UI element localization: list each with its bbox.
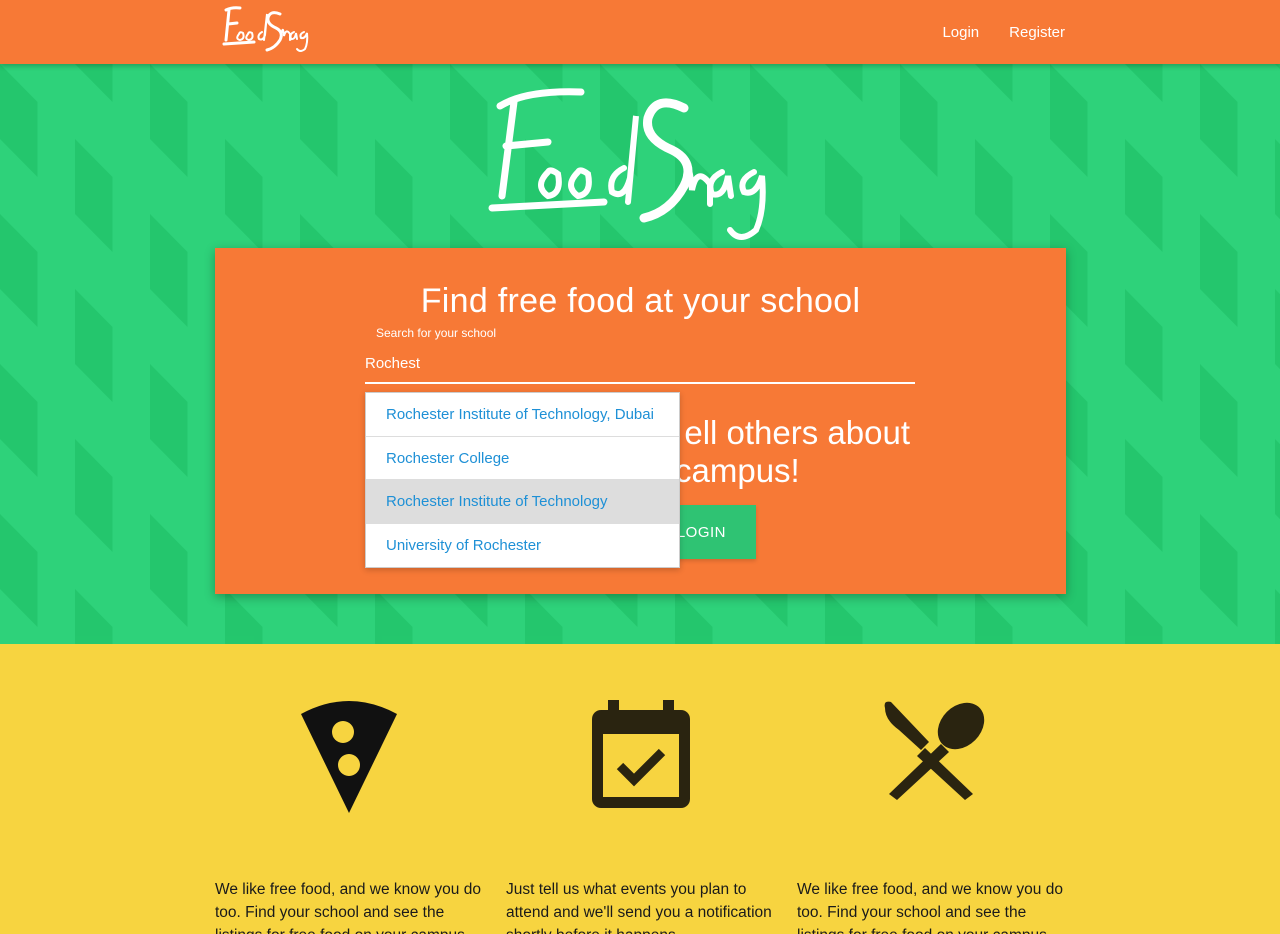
dropdown-item[interactable]: Rochester Institute of Technology, Dubai: [366, 393, 679, 437]
pattern-shape: [1125, 289, 1163, 402]
pattern-shape: [1200, 64, 1238, 177]
nav-register-link[interactable]: Register: [1009, 24, 1065, 41]
pattern-shape: [1125, 589, 1163, 644]
pattern-shape: [225, 64, 263, 102]
pattern-shape: [150, 64, 188, 177]
pattern-shape: [0, 514, 38, 627]
dropdown-item-active[interactable]: Rochester Institute of Technology: [366, 480, 679, 524]
feature-text: We like free food, and we know you do to…: [797, 881, 1063, 934]
school-search-input[interactable]: [365, 344, 915, 384]
pattern-shape: [150, 514, 188, 627]
pattern-shape: [1125, 139, 1163, 252]
pattern-shape: [1200, 214, 1238, 327]
pattern-shape: [1200, 514, 1238, 627]
foodsnag-logo-large: [488, 88, 766, 240]
navbar: Login Register: [0, 0, 1280, 64]
pattern-shape: [0, 214, 38, 327]
pattern-shape: [675, 589, 713, 644]
pattern-shape: [1275, 289, 1280, 370]
features-section: We like free food, and we know you do to…: [0, 644, 1280, 934]
pattern-shape: [1050, 64, 1088, 177]
pattern-shape: [375, 64, 413, 102]
pattern-shape: [975, 139, 1013, 252]
pattern-shape: [1275, 64, 1280, 70]
pattern-shape: [450, 64, 488, 177]
hero-section: Find free food at your school Search for…: [0, 64, 1280, 644]
pattern-shape: [300, 64, 338, 177]
pattern-shape: [150, 364, 188, 477]
pattern-shape: [150, 214, 188, 327]
pattern-shape: [75, 289, 113, 402]
calendar-check-icon: [592, 700, 690, 808]
pattern-shape: [0, 64, 38, 177]
pattern-shape: [1275, 439, 1280, 520]
pattern-shape: [225, 589, 263, 644]
pattern-shape: [825, 64, 863, 102]
pattern-shape: [1275, 139, 1280, 220]
pattern-shape: [975, 589, 1013, 644]
feature-text: Just tell us what events you plan to att…: [506, 881, 772, 934]
search-label: Search for your school: [376, 326, 497, 340]
school-autocomplete-dropdown: Rochester Institute of Technology, Dubai…: [365, 392, 680, 568]
pattern-shape: [1125, 64, 1163, 102]
pattern-shape: [0, 364, 38, 477]
nav-login-link[interactable]: Login: [942, 24, 979, 41]
dropdown-item[interactable]: University of Rochester: [366, 524, 679, 568]
pattern-shape: [1275, 589, 1280, 644]
pattern-shape: [225, 139, 263, 252]
pizza-slice-icon: [301, 701, 397, 813]
search-card: Find free food at your school Search for…: [215, 248, 1066, 594]
pattern-shape: [375, 589, 413, 644]
pattern-shape: [75, 589, 113, 644]
pattern-shape: [75, 139, 113, 252]
pattern-shape: [525, 589, 563, 644]
card-title: Find free food at your school: [420, 282, 861, 320]
feature-text: We like free food, and we know you do to…: [215, 881, 481, 934]
pattern-shape: [900, 64, 938, 177]
pattern-shape: [1200, 364, 1238, 477]
dropdown-item[interactable]: Rochester College: [366, 437, 679, 480]
pattern-shape: [75, 439, 113, 552]
pattern-shape: [825, 139, 863, 252]
pattern-shape: [825, 589, 863, 644]
pattern-shape: [375, 139, 413, 252]
pattern-shape: [1125, 439, 1163, 552]
foodsnag-logo-small[interactable]: [222, 4, 314, 58]
pattern-shape: [975, 64, 1013, 102]
utensils-crossed-icon: [884, 701, 985, 800]
pattern-shape: [75, 64, 113, 102]
